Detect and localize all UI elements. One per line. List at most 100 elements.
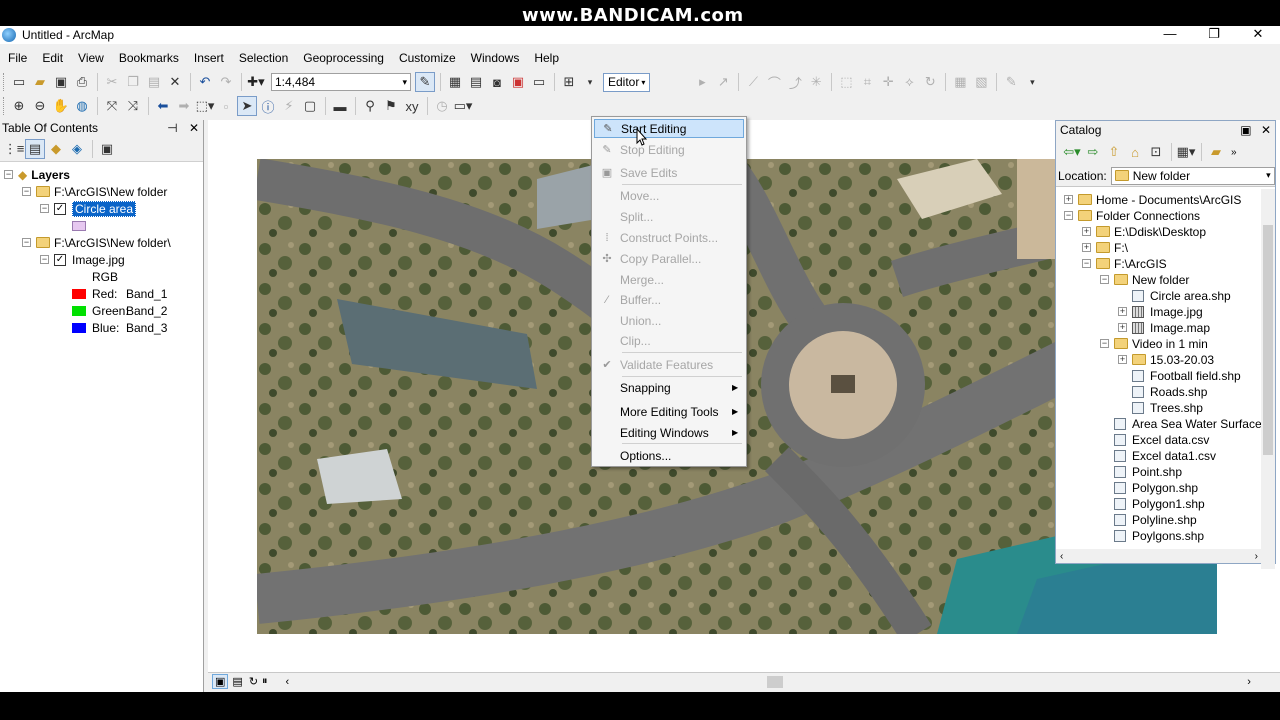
catalog-tree-item[interactable]: + 15.03-20.03 xyxy=(1118,351,1214,368)
pause-drawing-icon[interactable]: ⏸ xyxy=(262,675,268,688)
new-document-icon[interactable]: ▭ xyxy=(9,72,29,92)
fixed-zoom-in-icon[interactable]: ⤧ xyxy=(102,96,122,116)
menu-item-copy-parallel[interactable]: ✣ Copy Parallel... xyxy=(594,249,744,268)
toc-group-row[interactable]: − F:\ArcGIS\New folder\ xyxy=(22,234,171,251)
html-popup-icon[interactable]: ▢ xyxy=(300,96,320,116)
list-by-selection-icon[interactable]: ◈ xyxy=(67,139,87,159)
collapse-icon[interactable]: − xyxy=(4,170,13,179)
collapse-icon[interactable]: − xyxy=(1100,275,1109,284)
views-icon[interactable]: ▦▾ xyxy=(1176,142,1196,162)
catalog-tree-item[interactable]: − Folder Connections xyxy=(1064,207,1200,224)
rotate-icon[interactable]: ↻ xyxy=(920,72,940,92)
menu-selection[interactable]: Selection xyxy=(231,51,295,65)
python-window-icon[interactable]: ▭ xyxy=(529,72,549,92)
straight-segment-icon[interactable]: ⟋ xyxy=(743,72,763,92)
table-of-contents-icon[interactable]: ▦ xyxy=(445,72,465,92)
sketch-properties-icon[interactable]: ▧ xyxy=(971,72,991,92)
toc-band-row[interactable]: Red: Band_1 xyxy=(72,285,167,302)
catalog-tree-item[interactable]: Excel data1.csv xyxy=(1114,447,1216,464)
toc-layer-row[interactable]: − ✓ Image.jpg xyxy=(40,251,125,268)
open-folder-icon[interactable]: ▰ xyxy=(30,72,50,92)
back-extent-icon[interactable]: ⬅ xyxy=(153,96,173,116)
catalog-vertical-scrollbar[interactable] xyxy=(1261,189,1275,569)
refresh-icon[interactable]: ↻ xyxy=(249,675,258,688)
menu-item-options[interactable]: Options... xyxy=(594,446,744,465)
menu-customize[interactable]: Customize xyxy=(391,51,463,65)
catalog-window-icon[interactable]: ▤ xyxy=(466,72,486,92)
layer-visibility-checkbox[interactable]: ✓ xyxy=(54,202,66,215)
toc-band-row[interactable]: Green: Band_2 xyxy=(72,302,167,319)
cut-polygons-icon[interactable]: ✛ xyxy=(878,72,898,92)
overflow-icon[interactable]: » xyxy=(1231,147,1237,158)
edit-tool-icon[interactable]: ▸ xyxy=(692,72,712,92)
trace-icon[interactable]: ⤴ xyxy=(785,72,805,92)
attributes-icon[interactable]: ▦ xyxy=(950,72,970,92)
edit-annotation-icon[interactable]: ↗ xyxy=(713,72,733,92)
home-icon[interactable]: ⌂ xyxy=(1125,142,1145,162)
cut-icon[interactable]: ✂ xyxy=(102,72,122,92)
menu-edit[interactable]: Edit xyxy=(34,51,70,65)
restore-button[interactable]: ❐ xyxy=(1192,26,1236,44)
menu-item-save-edits[interactable]: ▣ Save Edits xyxy=(594,163,744,182)
circle-area-symbol-swatch[interactable] xyxy=(72,220,86,231)
model-builder-icon[interactable]: ⊞ xyxy=(559,72,579,92)
catalog-tree-item[interactable]: Poylgons.shp xyxy=(1114,527,1204,544)
collapse-icon[interactable]: − xyxy=(22,187,31,196)
catalog-tree-item[interactable]: Roads.shp xyxy=(1132,383,1207,400)
menu-item-snapping[interactable]: Snapping ▶ xyxy=(594,378,744,397)
hyperlink-icon[interactable]: ⚡ xyxy=(279,96,299,116)
toc-group-row[interactable]: − F:\ArcGIS\New folder xyxy=(22,183,167,200)
new-folder-icon[interactable]: ▰ xyxy=(1206,142,1226,162)
menu-item-editing-windows[interactable]: Editing Windows ▶ xyxy=(594,423,744,442)
catalog-tree-item[interactable]: + Home - Documents\ArcGIS xyxy=(1064,191,1241,208)
create-features-icon[interactable]: ✎ xyxy=(1001,72,1021,92)
catalog-horizontal-scrollbar[interactable]: ‹ › xyxy=(1056,549,1262,563)
find-route-icon[interactable]: ⚑ xyxy=(381,96,401,116)
menu-item-start-editing[interactable]: ✎ Start Editing xyxy=(594,119,744,138)
scroll-left-icon[interactable]: ‹ xyxy=(1060,551,1063,562)
layer-visibility-checkbox[interactable]: ✓ xyxy=(54,253,66,266)
collapse-icon[interactable]: − xyxy=(1082,259,1091,268)
horizontal-scroll-thumb[interactable] xyxy=(767,675,784,688)
undo-icon[interactable]: ↶ xyxy=(195,72,215,92)
add-data-icon[interactable]: ✚▾ xyxy=(246,72,266,92)
save-icon[interactable]: ▣ xyxy=(51,72,71,92)
search-window-icon[interactable]: ◙ xyxy=(487,72,507,92)
expand-icon[interactable]: + xyxy=(1118,307,1127,316)
endpoint-arc-icon[interactable]: ⌒ xyxy=(764,72,784,92)
create-viewer-window-icon[interactable]: ▭▾ xyxy=(453,96,473,116)
clear-selection-icon[interactable]: ▫ xyxy=(216,96,236,116)
close-button[interactable]: ✕ xyxy=(1236,26,1280,44)
menu-item-split[interactable]: Split... xyxy=(594,207,744,226)
toc-options-icon[interactable]: ▣ xyxy=(97,139,117,159)
scroll-thumb[interactable] xyxy=(1263,225,1273,455)
editor-toolbar-toggle-icon[interactable]: ✎ xyxy=(415,72,435,92)
menu-file[interactable]: File xyxy=(0,51,34,65)
expand-icon[interactable]: + xyxy=(1118,323,1127,332)
minimize-button[interactable]: — xyxy=(1148,26,1192,44)
forward-extent-icon[interactable]: ➡ xyxy=(174,96,194,116)
edit-vertices-icon[interactable]: ⬚ xyxy=(836,72,856,92)
menu-windows[interactable]: Windows xyxy=(463,51,527,65)
zoom-in-icon[interactable]: ⊕ xyxy=(9,96,29,116)
reshape-icon[interactable]: ⌗ xyxy=(857,72,877,92)
scroll-right-icon[interactable]: › xyxy=(1255,551,1258,562)
time-slider-icon[interactable]: ◷ xyxy=(432,96,452,116)
copy-icon[interactable]: ❐ xyxy=(123,72,143,92)
select-features-icon[interactable]: ⬚▾ xyxy=(195,96,215,116)
toc-layers-row[interactable]: − ◆ Layers xyxy=(4,166,70,183)
split-icon[interactable]: ⟡ xyxy=(899,72,919,92)
menu-item-more-editing-tools[interactable]: More Editing Tools ▶ xyxy=(594,402,744,421)
menu-item-buffer[interactable]: ⁄ Buffer... xyxy=(594,290,744,309)
collapse-icon[interactable]: − xyxy=(40,204,49,213)
collapse-icon[interactable]: − xyxy=(1100,339,1109,348)
list-by-visibility-icon[interactable]: ◆ xyxy=(46,139,66,159)
scroll-left-icon[interactable]: ‹ xyxy=(286,676,290,688)
paste-icon[interactable]: ▤ xyxy=(144,72,164,92)
collapse-icon[interactable]: − xyxy=(1064,211,1073,220)
band-swatch[interactable] xyxy=(72,288,86,299)
scroll-right-icon[interactable]: › xyxy=(1247,676,1251,688)
catalog-tree-item[interactable]: Polyline.shp xyxy=(1114,511,1197,528)
catalog-tree-item[interactable]: + Image.map xyxy=(1118,319,1210,336)
band-swatch[interactable] xyxy=(72,305,86,316)
